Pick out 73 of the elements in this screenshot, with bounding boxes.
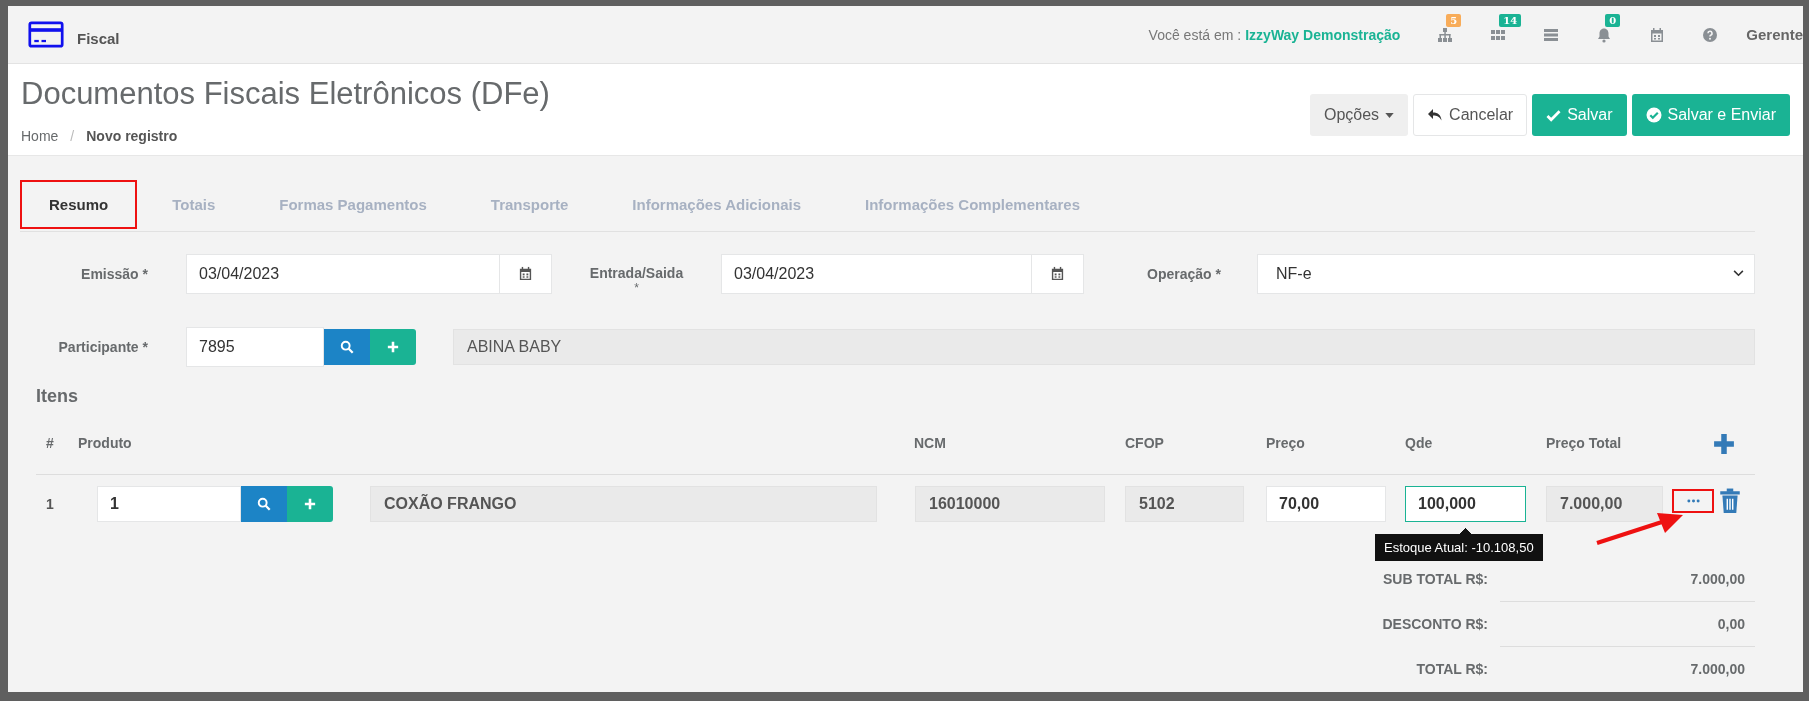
breadcrumb-current: Novo registro — [86, 128, 178, 144]
options-button[interactable]: Opções — [1309, 94, 1409, 136]
column-header: CFOP — [1125, 435, 1165, 453]
search-button[interactable] — [324, 329, 370, 365]
total-price-field: 7.000,00 — [1546, 486, 1663, 522]
total-value: 7.000,00 — [1689, 569, 1746, 589]
check-icon — [1546, 108, 1562, 122]
product-code-input[interactable]: 1 — [97, 486, 241, 522]
trash-icon[interactable] — [1719, 488, 1741, 514]
column-header: Produto — [78, 435, 133, 453]
breadcrumb-link[interactable]: Home — [21, 128, 59, 144]
column-header: Preço Total — [1546, 435, 1623, 453]
notification-badge: 5 — [1446, 13, 1462, 27]
location-label: Você está em : — [1148, 26, 1242, 43]
add-button[interactable] — [370, 329, 416, 365]
column-header: NCM — [914, 435, 947, 453]
date-input[interactable]: 03/04/2023 — [186, 253, 500, 294]
search-button[interactable] — [241, 486, 287, 522]
date-input[interactable]: 03/04/2023 — [721, 253, 1032, 294]
stock-tooltip: Estoque Atual: -10.108,50 — [1375, 528, 1543, 561]
breadcrumb-separator: / — [70, 128, 75, 144]
total-value: 7.000,00 — [1500, 646, 1755, 691]
chevron-down-icon — [1733, 270, 1744, 277]
search-icon — [257, 497, 271, 511]
search-icon — [340, 340, 354, 354]
bell-icon[interactable] — [1595, 26, 1612, 43]
calendar-icon — [518, 266, 533, 281]
total-value: 0,00 — [1500, 601, 1755, 646]
required-mark: * — [634, 280, 639, 295]
caret-icon — [1385, 112, 1395, 118]
list-icon[interactable] — [1542, 26, 1559, 43]
calendar-button[interactable] — [1032, 253, 1084, 294]
add-item-icon[interactable] — [1712, 433, 1735, 455]
more-icon — [1686, 499, 1700, 503]
price-input[interactable]: 70,00 — [1266, 486, 1386, 522]
product-name-field: COXÃO FRANGO — [370, 486, 877, 522]
plus-icon — [387, 341, 399, 353]
tab[interactable]: Resumo — [20, 180, 138, 229]
participant-name-field: ABINA BABY — [453, 329, 1755, 365]
reply-arrow-icon — [1427, 108, 1444, 122]
column-header: Qde — [1405, 435, 1434, 453]
total-label: TOTAL R$: — [1415, 659, 1489, 679]
module-title: Fiscal — [77, 30, 120, 47]
check-circle-icon — [1645, 107, 1662, 123]
cancel-button[interactable]: Cancelar — [1413, 94, 1528, 136]
notification-badge: 14 — [1499, 13, 1522, 27]
page-title: Documentos Fiscais Eletrônicos (DFe) — [21, 76, 550, 112]
quantity-input[interactable]: 100,000 — [1405, 486, 1526, 522]
operation-select[interactable]: NF-e — [1257, 253, 1755, 294]
field-label: Emissão * — [80, 265, 149, 282]
calendar-icon — [1050, 266, 1065, 281]
notification-badge: 0 — [1605, 13, 1621, 27]
field-label: Participante * — [57, 339, 149, 355]
plus-icon — [304, 498, 316, 510]
add-button[interactable] — [287, 486, 333, 522]
ncm-field: 16010000 — [915, 486, 1105, 522]
section-title: Itens — [36, 386, 79, 407]
total-label: DESCONTO R$: — [1381, 614, 1489, 634]
card-logo-icon — [28, 21, 64, 48]
more-button[interactable] — [1672, 489, 1714, 513]
cfop-field: 5102 — [1125, 486, 1244, 522]
column-header: Preço — [1266, 435, 1306, 453]
help-icon[interactable] — [1701, 26, 1718, 43]
participant-code-input[interactable]: 7895 — [186, 327, 324, 367]
field-label: Operação * — [1146, 265, 1222, 282]
calendar-icon[interactable] — [1648, 26, 1665, 43]
field-label: Entrada/Saida — [589, 264, 684, 281]
row-number: 1 — [45, 495, 55, 512]
total-label: SUB TOTAL R$: — [1382, 569, 1489, 589]
calendar-button[interactable] — [500, 253, 552, 294]
user-menu[interactable]: Gerente — [1746, 26, 1803, 43]
column-header: # — [45, 435, 55, 453]
sitemap-icon[interactable] — [1436, 26, 1453, 43]
